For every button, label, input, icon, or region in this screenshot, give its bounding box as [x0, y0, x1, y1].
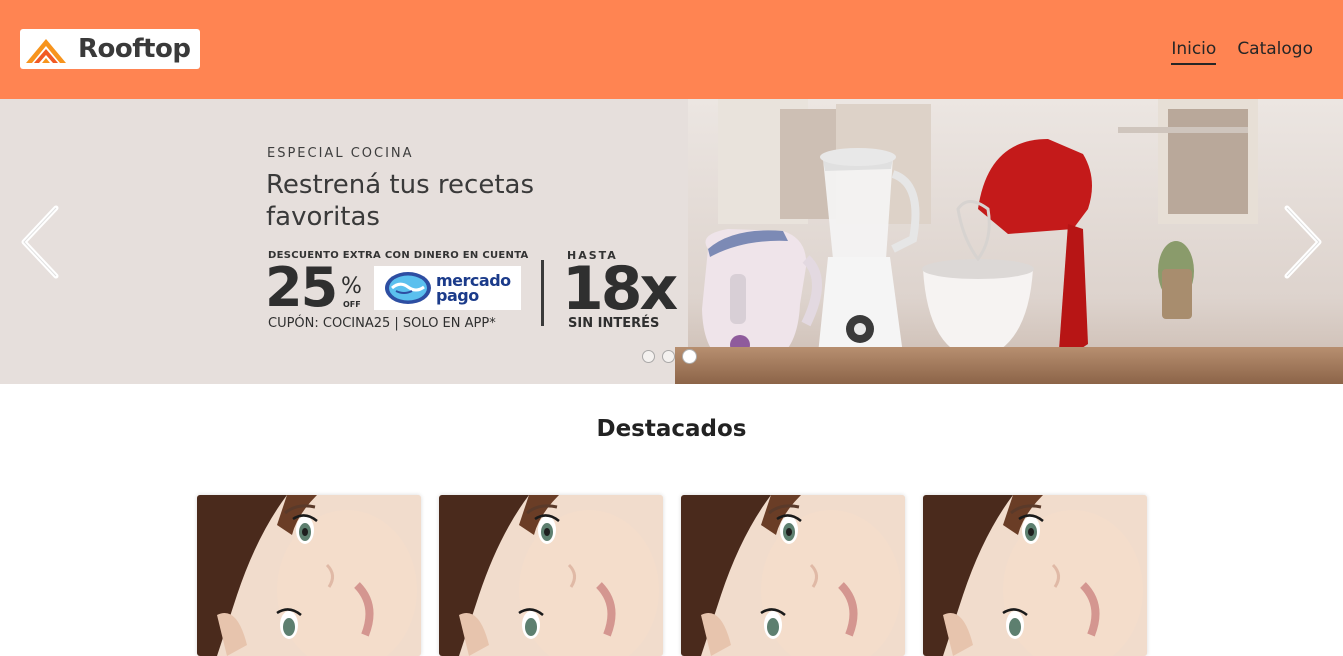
featured-cards	[197, 495, 1147, 656]
product-card[interactable]	[681, 495, 905, 656]
carousel-next-button[interactable]	[1281, 204, 1325, 280]
nav-link-inicio[interactable]: Inicio	[1171, 38, 1217, 65]
promo-title: Restrená tus recetas favoritas	[266, 170, 534, 232]
promo-installments-note: SIN INTERÉS	[568, 316, 660, 331]
hero-carousel: ESPECIAL COCINA Restrená tus recetas fav…	[0, 99, 1343, 384]
promo-installments: 18x	[562, 254, 678, 324]
main-nav: Inicio Catalogo	[1171, 38, 1313, 65]
carousel-prev-button[interactable]	[18, 204, 62, 280]
carousel-dot-3[interactable]	[682, 349, 697, 364]
kitchen-appliances-image	[702, 99, 1258, 369]
product-card[interactable]	[197, 495, 421, 656]
promo-off: OFF	[343, 300, 361, 309]
brand-logo[interactable]: Rooftop	[20, 29, 200, 69]
slide-text-panel	[0, 99, 690, 384]
mercado-pago-logo: mercado pago	[374, 266, 521, 310]
product-card[interactable]	[923, 495, 1147, 656]
kitchen-counter	[675, 347, 1343, 384]
brand-name: Rooftop	[78, 34, 191, 64]
carousel-dot-1[interactable]	[642, 350, 655, 363]
carousel-dot-2[interactable]	[662, 350, 675, 363]
rooftop-logo-icon	[26, 39, 66, 63]
promo-percent: 25	[265, 256, 338, 319]
portrait-photo	[681, 495, 905, 656]
site-header: Rooftop Inicio Catalogo	[0, 0, 1343, 99]
portrait-photo	[923, 495, 1147, 656]
mercado-pago-text: mercado pago	[432, 273, 511, 305]
nav-link-catalogo[interactable]: Catalogo	[1237, 38, 1313, 65]
chevron-left-icon	[21, 205, 59, 279]
portrait-photo	[439, 495, 663, 656]
promo-percent-symbol: %	[341, 274, 362, 299]
handshake-icon	[385, 272, 431, 304]
promo-divider	[541, 260, 544, 326]
portrait-photo	[197, 495, 421, 656]
carousel-indicators	[642, 349, 697, 364]
chevron-right-icon	[1284, 205, 1322, 279]
product-card[interactable]	[439, 495, 663, 656]
promo-kicker: ESPECIAL COCINA	[267, 146, 414, 161]
promo-coupon: CUPÓN: COCINA25 | SOLO EN APP*	[268, 316, 496, 331]
section-title-featured: Destacados	[596, 416, 747, 442]
mercado-pago-line-2: pago	[436, 286, 479, 305]
